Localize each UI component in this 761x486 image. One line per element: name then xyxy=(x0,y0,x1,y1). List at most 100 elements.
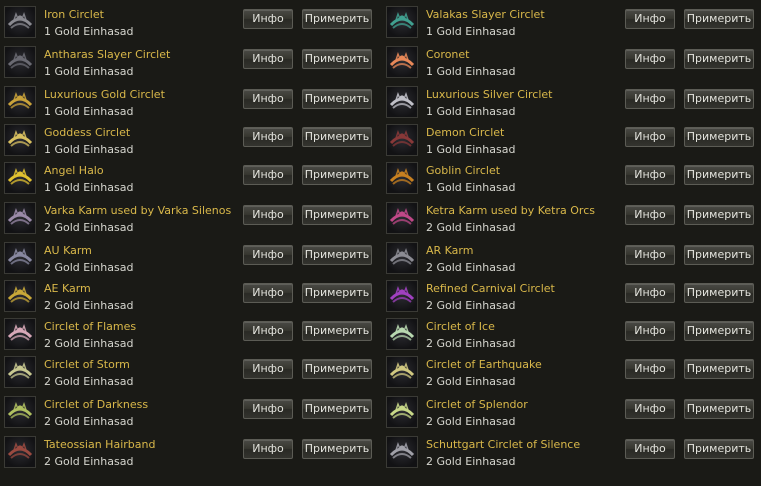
item-name: Goblin Circlet xyxy=(426,164,501,177)
try-on-button[interactable]: Примерить xyxy=(684,439,754,459)
try-on-button[interactable]: Примерить xyxy=(684,359,754,379)
shop-item: Ketra Karm used by Ketra Orcs 2 Gold Einh… xyxy=(382,201,761,239)
valakas-slayer-circlet-icon xyxy=(386,6,418,38)
info-button[interactable]: Инфо xyxy=(243,205,293,225)
info-button[interactable]: Инфо xyxy=(625,245,675,265)
item-price: 1 Gold Einhasad xyxy=(426,143,516,156)
item-price: 2 Gold Einhasad xyxy=(426,299,516,312)
item-price: 1 Gold Einhasad xyxy=(44,143,134,156)
item-name: Luxurious Gold Circlet xyxy=(44,88,165,101)
antharas-slayer-circlet-icon xyxy=(4,46,36,78)
try-on-button[interactable]: Примерить xyxy=(302,245,372,265)
item-price: 2 Gold Einhasad xyxy=(44,415,134,428)
shop-item: Circlet of Flames 2 Gold Einhasad Инфо Прим… xyxy=(0,317,380,355)
info-button[interactable]: Инфо xyxy=(625,321,675,341)
info-button[interactable]: Инфо xyxy=(625,399,675,419)
try-on-button[interactable]: Примерить xyxy=(684,89,754,109)
info-button[interactable]: Инфо xyxy=(243,245,293,265)
info-button[interactable]: Инфо xyxy=(625,9,675,29)
shop-item: Goddess Circlet 1 Gold Einhasad Инфо Пример… xyxy=(0,123,380,161)
shop-item: Circlet of Splendor 2 Gold Einhasad Инфо Пр… xyxy=(382,395,761,433)
info-button[interactable]: Инфо xyxy=(243,49,293,69)
item-name: Luxurious Silver Circlet xyxy=(426,88,553,101)
try-on-button[interactable]: Примерить xyxy=(302,165,372,185)
item-name: AU Karm xyxy=(44,244,92,257)
item-price: 1 Gold Einhasad xyxy=(44,181,134,194)
goblin-circlet-icon xyxy=(386,162,418,194)
item-price: 1 Gold Einhasad xyxy=(44,105,134,118)
info-button[interactable]: Инфо xyxy=(243,321,293,341)
try-on-button[interactable]: Примерить xyxy=(302,399,372,419)
item-name: Ketra Karm used by Ketra Orcs xyxy=(426,204,595,217)
info-button[interactable]: Инфо xyxy=(243,165,293,185)
luxurious-gold-circlet-icon xyxy=(4,86,36,118)
try-on-button[interactable]: Примерить xyxy=(684,245,754,265)
shop-item: Luxurious Gold Circlet 1 Gold Einhasad Инф… xyxy=(0,85,380,123)
circlet-of-flames-icon xyxy=(4,318,36,350)
info-button[interactable]: Инфо xyxy=(625,165,675,185)
try-on-button[interactable]: Примерить xyxy=(302,127,372,147)
item-price: 1 Gold Einhasad xyxy=(426,181,516,194)
shop-item: Circlet of Darkness 2 Gold Einhasad Инфо Пр… xyxy=(0,395,380,433)
info-button[interactable]: Инфо xyxy=(625,439,675,459)
iron-circlet-icon xyxy=(4,6,36,38)
item-name: Valakas Slayer Circlet xyxy=(426,8,545,21)
shop-item: Valakas Slayer Circlet 1 Gold Einhasad Инф… xyxy=(382,5,761,43)
item-name: Angel Halo xyxy=(44,164,104,177)
coronet-icon xyxy=(386,46,418,78)
try-on-button[interactable]: Примерить xyxy=(302,359,372,379)
item-name: Iron Circlet xyxy=(44,8,104,21)
info-button[interactable]: Инфо xyxy=(243,359,293,379)
item-price: 1 Gold Einhasad xyxy=(44,25,134,38)
info-button[interactable]: Инфо xyxy=(625,359,675,379)
try-on-button[interactable]: Примерить xyxy=(302,283,372,303)
item-price: 2 Gold Einhasad xyxy=(426,415,516,428)
try-on-button[interactable]: Примерить xyxy=(684,165,754,185)
try-on-button[interactable]: Примерить xyxy=(302,439,372,459)
try-on-button[interactable]: Примерить xyxy=(684,49,754,69)
info-button[interactable]: Инфо xyxy=(625,283,675,303)
info-button[interactable]: Инфо xyxy=(625,89,675,109)
try-on-button[interactable]: Примерить xyxy=(684,205,754,225)
item-name: Circlet of Ice xyxy=(426,320,495,333)
item-name: Coronet xyxy=(426,48,470,61)
circlet-of-darkness-icon xyxy=(4,396,36,428)
info-button[interactable]: Инфо xyxy=(243,89,293,109)
item-price: 2 Gold Einhasad xyxy=(44,299,134,312)
item-name: Circlet of Flames xyxy=(44,320,137,333)
item-price: 2 Gold Einhasad xyxy=(426,261,516,274)
shop-item: Refined Carnival Circlet 2 Gold Einhasad И… xyxy=(382,279,761,317)
angel-halo-icon xyxy=(4,162,36,194)
info-button[interactable]: Инфо xyxy=(243,439,293,459)
try-on-button[interactable]: Примерить xyxy=(684,127,754,147)
circlet-shop-list: Iron Circlet 1 Gold Einhasad Инфо Примерить… xyxy=(0,0,761,486)
try-on-button[interactable]: Примерить xyxy=(302,205,372,225)
try-on-button[interactable]: Примерить xyxy=(302,321,372,341)
info-button[interactable]: Инфо xyxy=(243,127,293,147)
info-button[interactable]: Инфо xyxy=(625,205,675,225)
info-button[interactable]: Инфо xyxy=(243,9,293,29)
shop-item: Antharas Slayer Circlet 1 Gold Einhasad Ин… xyxy=(0,45,380,83)
try-on-button[interactable]: Примерить xyxy=(684,9,754,29)
try-on-button[interactable]: Примерить xyxy=(684,321,754,341)
try-on-button[interactable]: Примерить xyxy=(302,89,372,109)
au-karm-icon xyxy=(4,242,36,274)
circlet-of-storm-icon xyxy=(4,356,36,388)
try-on-button[interactable]: Примерить xyxy=(302,9,372,29)
item-name: Tateossian Hairband xyxy=(44,438,156,451)
info-button[interactable]: Инфо xyxy=(625,49,675,69)
item-price: 1 Gold Einhasad xyxy=(426,105,516,118)
try-on-button[interactable]: Примерить xyxy=(684,283,754,303)
item-price: 2 Gold Einhasad xyxy=(44,221,134,234)
shop-item: Iron Circlet 1 Gold Einhasad Инфо Примерить xyxy=(0,5,380,43)
shop-item: Circlet of Storm 2 Gold Einhasad Инфо Приме… xyxy=(0,355,380,393)
info-button[interactable]: Инфо xyxy=(243,283,293,303)
try-on-button[interactable]: Примерить xyxy=(684,399,754,419)
try-on-button[interactable]: Примерить xyxy=(302,49,372,69)
shop-item: Goblin Circlet 1 Gold Einhasad Инфо Примери… xyxy=(382,161,761,199)
shop-item: Demon Circlet 1 Gold Einhasad Инфо Примерит… xyxy=(382,123,761,161)
shop-item: Angel Halo 1 Gold Einhasad Инфо Примерить xyxy=(0,161,380,199)
info-button[interactable]: Инфо xyxy=(243,399,293,419)
item-price: 1 Gold Einhasad xyxy=(426,65,516,78)
info-button[interactable]: Инфо xyxy=(625,127,675,147)
